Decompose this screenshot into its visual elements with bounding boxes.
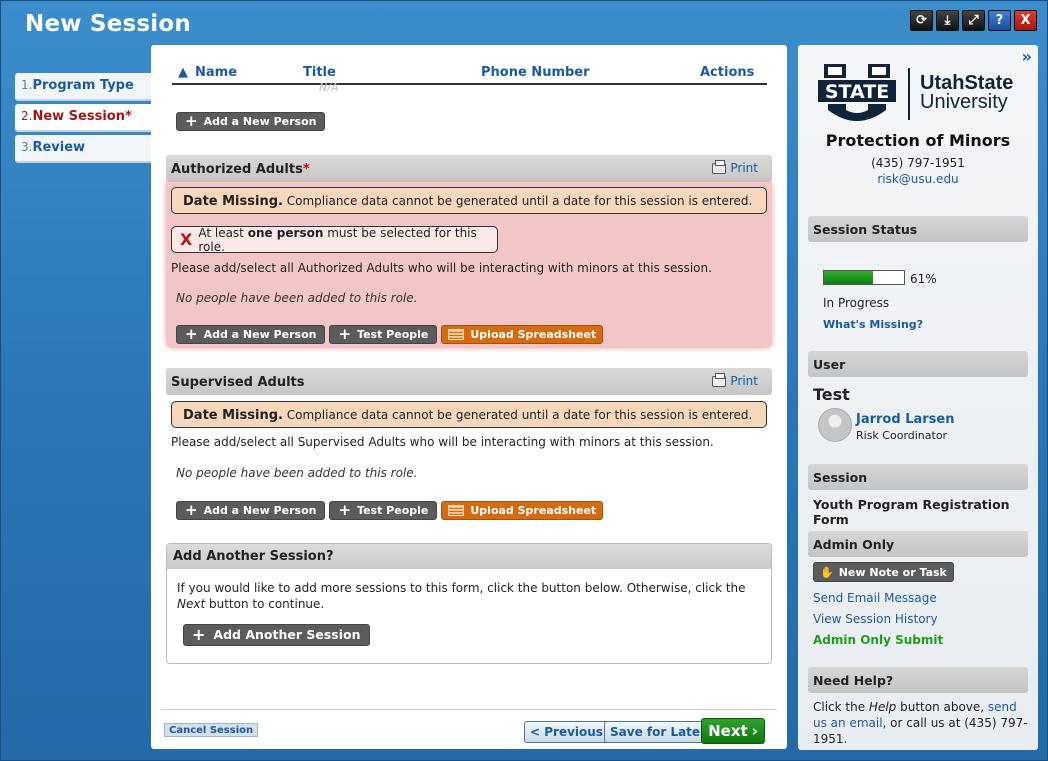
plus-icon: + <box>338 325 352 343</box>
admin-only-header: Admin Only <box>808 531 1028 557</box>
supervised-add-person-button[interactable]: + Add a New Person <box>176 501 326 520</box>
send-email-link[interactable]: Send Email Message <box>813 591 937 605</box>
step-label: Review <box>32 140 86 155</box>
user-role: Risk Coordinator <box>856 429 948 442</box>
error-x-icon: X <box>180 230 193 249</box>
authorized-instruction: Please add/select all Authorized Adults … <box>171 261 712 275</box>
view-history-link[interactable]: View Session History <box>813 612 938 626</box>
add-person-button[interactable]: + Add a New Person <box>176 112 326 131</box>
new-note-button[interactable]: ✋ New Note or Task <box>813 562 954 582</box>
app-window: New Session ⟳ ⤓ ⤢ ? X 1.Program Type 2.N… <box>0 0 1048 761</box>
step-label: Program Type <box>32 78 134 93</box>
supervised-test-people-button[interactable]: + Test People <box>329 501 438 520</box>
plus-icon: + <box>185 112 198 130</box>
cancel-session-button[interactable]: Cancel Session <box>164 723 259 737</box>
step-new-session[interactable]: 2.New Session* <box>15 104 151 132</box>
footer-divider <box>161 709 777 710</box>
date-missing-warning: Date Missing. Compliance data cannot be … <box>171 187 767 214</box>
supervised-upload-spreadsheet-button[interactable]: Upload Spreadsheet <box>441 501 604 520</box>
next-button[interactable]: Next › <box>701 718 765 744</box>
close-icon[interactable]: X <box>1014 10 1037 31</box>
note-icon: ✋ <box>820 565 834 579</box>
session-header: Session <box>808 464 1028 490</box>
authorized-test-people-button[interactable]: + Test People <box>329 325 438 344</box>
org-phone: (435) 797-1951 <box>871 156 965 170</box>
progress-fill <box>824 271 873 284</box>
required-mark: * <box>302 162 310 177</box>
whats-missing-link[interactable]: What's Missing? <box>823 318 923 331</box>
step-nav: 1.Program Type 2.New Session* 3.Review <box>15 73 151 166</box>
sort-up-icon[interactable]: ▲ <box>178 65 188 80</box>
supervised-instruction: Please add/select all Supervised Adults … <box>171 435 714 449</box>
expand-icon[interactable]: ⤢ <box>962 10 985 31</box>
add-another-session-button[interactable]: + Add Another Session <box>183 624 370 646</box>
column-phone[interactable]: Phone Number <box>481 65 590 80</box>
add-session-title: Add Another Session? <box>167 544 771 569</box>
ghost-title-value: N/A <box>319 81 339 94</box>
session-progress-bar <box>823 270 905 285</box>
collapse-sidebar-icon[interactable]: » <box>1022 47 1032 66</box>
org-title: Protection of Minors <box>825 131 1011 150</box>
window-controls: ⟳ ⤓ ⤢ ? X <box>910 10 1037 31</box>
authorized-button-row: + Add a New Person + Test People Upload … <box>176 325 604 344</box>
plus-icon: + <box>185 325 198 343</box>
arrow-right-icon: › <box>751 722 758 740</box>
add-session-text: If you would like to add more sessions t… <box>177 581 746 646</box>
user-name-link[interactable]: Jarrod Larsen <box>856 412 954 427</box>
supervised-adults-header: Supervised Adults Print <box>166 368 772 395</box>
print-supervised-link[interactable]: Print <box>712 372 758 388</box>
section-title: Authorized Adults <box>171 162 303 177</box>
people-table-header: ▲ Name Title Phone Number Actions <box>172 65 767 85</box>
plus-icon: + <box>192 625 206 644</box>
role-error-message: X At least one person must be selected f… <box>171 226 498 254</box>
authorized-empty-note: No people have been added to this role. <box>176 291 418 305</box>
add-session-box: Add Another Session? If you would like t… <box>166 543 772 664</box>
session-status-header: Session Status <box>808 216 1028 242</box>
step-label: New Session* <box>32 109 132 124</box>
supervised-empty-note: No people have been added to this role. <box>176 466 418 480</box>
help-icon[interactable]: ? <box>988 10 1011 31</box>
printer-icon <box>712 159 727 174</box>
authorized-adults-header: Authorized Adults* Print <box>166 155 772 182</box>
download-icon[interactable]: ⤓ <box>936 10 959 31</box>
university-name: UtahState University <box>920 72 1014 113</box>
column-name[interactable]: Name <box>195 65 237 80</box>
window-title: New Session <box>25 11 191 37</box>
section-title: Supervised Adults <box>171 375 305 390</box>
plus-icon: + <box>338 501 352 519</box>
avatar <box>818 408 852 442</box>
previous-button[interactable]: < Previous <box>524 721 609 743</box>
column-title[interactable]: Title <box>303 65 336 80</box>
session-form-name: Youth Program Registration Form <box>813 497 1010 527</box>
plus-icon: + <box>185 501 198 519</box>
svg-text:STATE: STATE <box>825 81 889 103</box>
status-text: In Progress <box>823 296 890 310</box>
progress-percent: 61% <box>910 272 937 286</box>
step-review[interactable]: 3.Review <box>15 135 151 163</box>
org-email-link[interactable]: risk@usu.edu <box>798 172 1038 186</box>
user-header: User <box>808 351 1028 377</box>
authorized-upload-spreadsheet-button[interactable]: Upload Spreadsheet <box>441 325 604 344</box>
refresh-icon[interactable]: ⟳ <box>910 10 933 31</box>
printer-icon <box>712 372 727 387</box>
spreadsheet-icon <box>448 505 465 516</box>
usu-logo: STATE UtahState University <box>818 64 1018 124</box>
user-group: Test <box>813 385 850 404</box>
supervised-date-missing-warning: Date Missing. Compliance data cannot be … <box>171 401 767 428</box>
need-help-header: Need Help? <box>808 667 1028 693</box>
state-logo-mark: STATE <box>818 64 896 121</box>
spreadsheet-icon <box>448 329 465 340</box>
print-authorized-link[interactable]: Print <box>712 159 758 175</box>
column-actions: Actions <box>700 65 755 80</box>
step-program-type[interactable]: 1.Program Type <box>15 73 151 101</box>
help-text: Click the Help button above, send us an … <box>813 700 1028 746</box>
save-for-later-button[interactable]: Save for Later <box>604 721 712 743</box>
right-sidebar: » STATE UtahState University Protection … <box>798 45 1038 750</box>
admin-submit-link[interactable]: Admin Only Submit <box>813 633 943 647</box>
main-panel: ▲ Name Title Phone Number Actions N/A + … <box>151 45 787 749</box>
supervised-button-row: + Add a New Person + Test People Upload … <box>176 501 604 520</box>
authorized-add-person-button[interactable]: + Add a New Person <box>176 325 326 344</box>
